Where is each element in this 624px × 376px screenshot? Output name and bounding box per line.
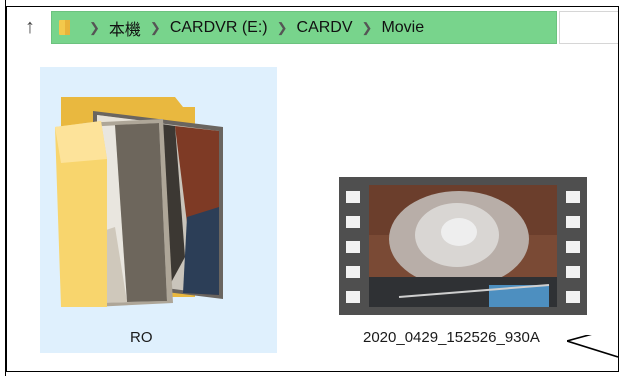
navigation-bar: ↑ ❯ 本機 ❯ CARDVR (E:) ❯ CARDV ❯ Movie (7, 7, 618, 45)
breadcrumb-item-movie[interactable]: Movie (381, 19, 424, 37)
breadcrumb-item-this-pc[interactable]: 本機 (109, 16, 141, 40)
video-file-thumbnail-icon[interactable] (339, 177, 587, 315)
video-file-name-label: 2020_0429_152526_930A (363, 329, 540, 346)
annotation-callout (567, 335, 618, 358)
search-box[interactable] (559, 11, 618, 44)
address-bar[interactable]: ❯ 本機 ❯ CARDVR (E:) ❯ CARDV ❯ Movie (51, 11, 557, 44)
breadcrumb: ❯ 本機 ❯ CARDVR (E:) ❯ CARDV ❯ Movie (80, 12, 424, 43)
chevron-right-icon[interactable]: ❯ (277, 20, 288, 36)
folder-thumbnail-icon (55, 97, 223, 307)
breadcrumb-item-drive[interactable]: CARDVR (E:) (170, 19, 268, 37)
up-arrow-icon[interactable]: ↑ (17, 13, 43, 41)
chevron-right-icon[interactable]: ❯ (150, 20, 161, 36)
folder-icon (59, 20, 70, 35)
chevron-right-icon[interactable]: ❯ (362, 20, 373, 36)
breadcrumb-item-cardv[interactable]: CARDV (297, 19, 353, 37)
explorer-window: ↑ ❯ 本機 ❯ CARDVR (E:) ❯ CARDV ❯ Movie RO … (6, 6, 619, 372)
folder-name-label: RO (130, 329, 153, 346)
chevron-right-icon[interactable]: ❯ (89, 20, 100, 36)
